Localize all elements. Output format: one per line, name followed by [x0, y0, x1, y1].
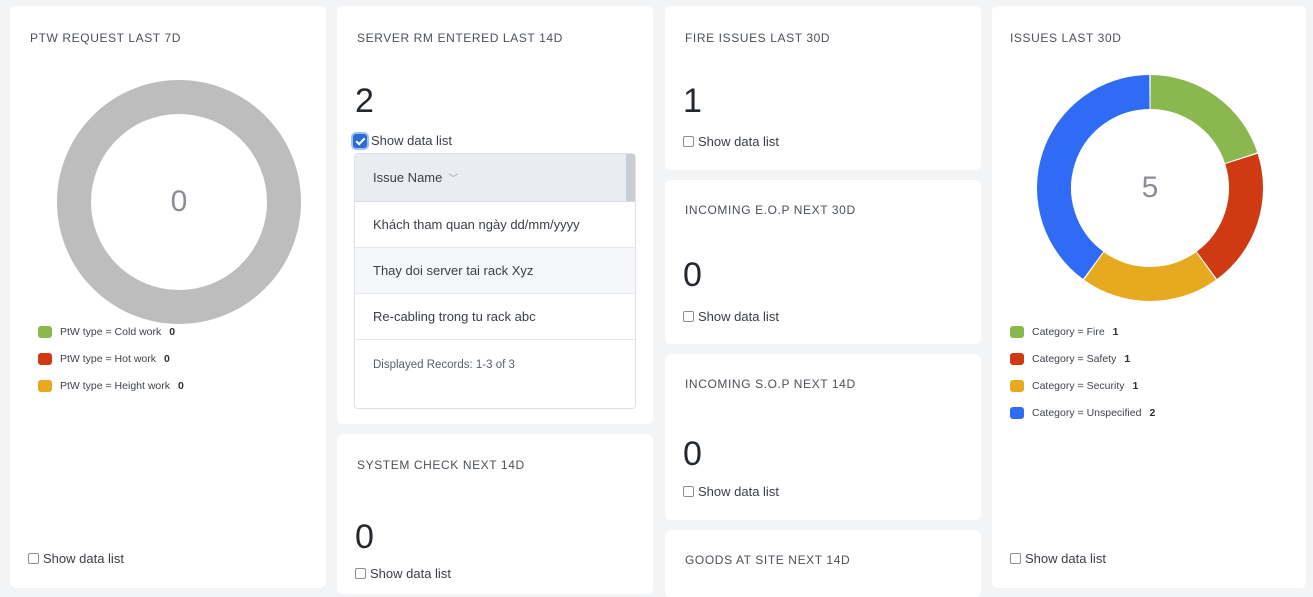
legend-item[interactable]: PtW type = Height work 0 — [38, 372, 184, 399]
legend-count: 0 — [169, 325, 176, 338]
legend-swatch — [38, 352, 52, 365]
table-row[interactable]: Thay doi server tai rack Xyz — [355, 248, 635, 294]
show-data-list-toggle[interactable]: Show data list — [683, 484, 779, 499]
show-data-list-label: Show data list — [698, 484, 779, 499]
table-cell: Khách tham quan ngày dd/mm/yyyy — [373, 217, 580, 232]
fire-issues-value: 1 — [683, 82, 702, 120]
legend-label: Category = Safety — [1032, 352, 1117, 365]
goods-at-site-card: GOODS AT SITE NEXT 14D — [665, 530, 981, 597]
checkbox[interactable] — [683, 486, 694, 497]
table-cell: Thay doi server tai rack Xyz — [373, 263, 534, 278]
chevron-down-icon[interactable]: ﹀ — [448, 170, 458, 185]
show-data-list-toggle[interactable]: Show data list — [1010, 551, 1106, 566]
checkbox[interactable] — [28, 553, 39, 564]
show-data-list-label: Show data list — [370, 566, 451, 581]
fire-issues-card: FIRE ISSUES LAST 30D 1 Show data list — [665, 6, 981, 170]
legend-count: 1 — [1132, 379, 1139, 392]
legend-swatch — [1010, 352, 1024, 365]
legend-swatch — [38, 379, 52, 392]
show-data-list-toggle[interactable]: Show data list — [355, 566, 451, 581]
card-title: ISSUES LAST 30D — [1010, 31, 1122, 45]
card-title: INCOMING S.O.P NEXT 14D — [685, 377, 856, 391]
ptw-donut-chart: 0 — [56, 79, 302, 325]
table-scrollbar[interactable] — [626, 154, 635, 201]
checkbox[interactable] — [683, 136, 694, 147]
card-title: GOODS AT SITE NEXT 14D — [685, 553, 851, 567]
checkbox[interactable] — [683, 311, 694, 322]
show-data-list-label: Show data list — [43, 551, 124, 566]
ptw-donut-center-value: 0 — [170, 185, 188, 218]
legend-swatch — [38, 325, 52, 338]
legend-swatch — [1010, 406, 1024, 419]
card-title: SYSTEM CHECK NEXT 14D — [357, 458, 525, 472]
card-title: INCOMING E.O.P NEXT 30D — [685, 203, 856, 217]
issues-card: ISSUES LAST 30D 5 Category = Fire 1 Catego… — [992, 6, 1306, 588]
show-data-list-toggle[interactable]: Show data list — [683, 309, 779, 324]
legend-label: PtW type = Cold work — [60, 325, 162, 338]
checkbox-checked[interactable] — [353, 133, 367, 148]
ptw-request-card: PTW REQUEST LAST 7D 0 PtW type = Cold wo… — [10, 6, 326, 588]
legend-item[interactable]: PtW type = Cold work 0 — [38, 318, 184, 345]
issues-donut-center-value: 5 — [1141, 171, 1159, 204]
incoming-eop-value: 0 — [683, 256, 702, 294]
legend-count: 0 — [178, 379, 184, 392]
legend-count: 1 — [1124, 352, 1131, 365]
legend-swatch — [1010, 325, 1024, 338]
table-cell: Re-cabling trong tu rack abc — [373, 309, 536, 324]
card-title: SERVER RM ENTERED LAST 14D — [357, 31, 563, 45]
table-row[interactable]: Re-cabling trong tu rack abc — [355, 294, 635, 340]
incoming-sop-card: INCOMING S.O.P NEXT 14D 0 Show data list — [665, 354, 981, 520]
legend-label: Category = Security — [1032, 379, 1125, 392]
table-row[interactable]: Khách tham quan ngày dd/mm/yyyy — [355, 202, 635, 248]
card-title: FIRE ISSUES LAST 30D — [685, 31, 831, 45]
issue-data-table: Issue Name ﹀ Khách tham quan ngày dd/mm/… — [354, 153, 636, 409]
show-data-list-label: Show data list — [698, 309, 779, 324]
show-data-list-toggle[interactable]: Show data list — [28, 551, 124, 566]
legend-item[interactable]: PtW type = Hot work 0 — [38, 345, 184, 372]
show-data-list-label: Show data list — [371, 133, 452, 148]
legend-label: Category = Fire — [1032, 325, 1105, 338]
legend-label: Category = Unspecified — [1032, 406, 1142, 419]
legend-item[interactable]: Category = Security 1 — [1010, 372, 1155, 399]
incoming-sop-value: 0 — [683, 435, 702, 473]
ptw-legend: PtW type = Cold work 0 PtW type = Hot work… — [38, 318, 184, 399]
incoming-eop-card: INCOMING E.O.P NEXT 30D 0 Show data list — [665, 180, 981, 344]
legend-label: PtW type = Height work — [60, 379, 170, 392]
legend-count: 0 — [164, 352, 170, 365]
column-label: Issue Name — [373, 170, 443, 185]
show-data-list-label: Show data list — [698, 134, 779, 149]
issues-legend: Category = Fire 1 Category = Safety 1 Catego… — [1010, 318, 1155, 426]
legend-item[interactable]: Category = Unspecified 2 — [1010, 399, 1155, 426]
server-rm-value: 2 — [355, 82, 374, 120]
issues-donut-chart: 5 — [1036, 74, 1264, 302]
checkbox[interactable] — [1010, 553, 1021, 564]
legend-count: 1 — [1112, 325, 1119, 338]
show-data-list-toggle[interactable]: Show data list — [683, 134, 779, 149]
checkbox[interactable] — [355, 568, 366, 579]
legend-item[interactable]: Category = Safety 1 — [1010, 345, 1155, 372]
legend-label: PtW type = Hot work — [60, 352, 156, 365]
legend-count: 2 — [1149, 406, 1156, 419]
legend-item[interactable]: Category = Fire 1 — [1010, 318, 1155, 345]
system-check-card: SYSTEM CHECK NEXT 14D 0 Show data list — [337, 434, 653, 594]
legend-swatch — [1010, 379, 1024, 392]
show-data-list-label: Show data list — [1025, 551, 1106, 566]
card-title: PTW REQUEST LAST 7D — [30, 31, 181, 45]
show-data-list-toggle[interactable]: Show data list — [353, 133, 452, 148]
table-footer: Displayed Records: 1-3 of 3 — [373, 359, 515, 371]
table-header-issue-name[interactable]: Issue Name ﹀ — [355, 154, 635, 202]
system-check-value: 0 — [355, 518, 374, 556]
